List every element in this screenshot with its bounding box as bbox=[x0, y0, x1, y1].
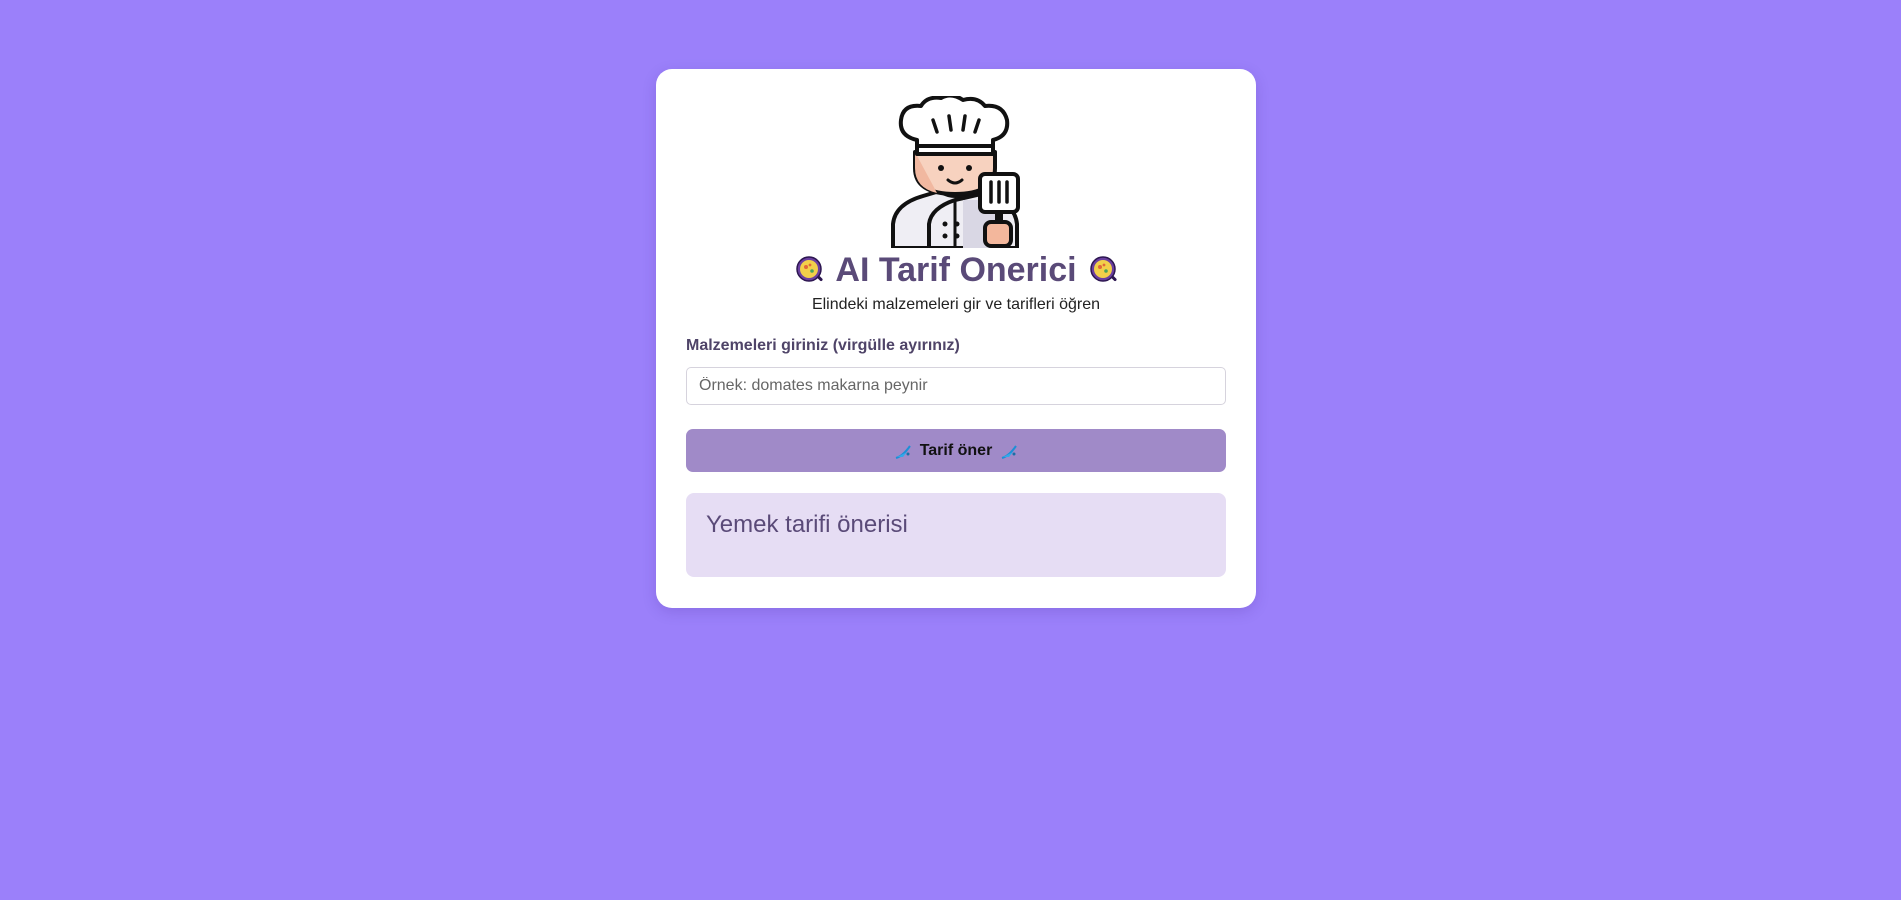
paella-icon bbox=[796, 256, 823, 282]
fishing-pole-icon bbox=[895, 444, 911, 459]
page-subtitle: Elindeki malzemeleri gir ve tarifleri öğ… bbox=[811, 296, 1101, 313]
recipe-result-box: Yemek tarifi önerisi bbox=[686, 493, 1226, 577]
paella-icon bbox=[1089, 256, 1117, 282]
suggest-recipe-label: Tarif öner bbox=[919, 441, 993, 459]
recipe-card: AI Tarif Onerici Elindeki malzemeleri gi… bbox=[656, 69, 1256, 608]
page-title-text: AI Tarif Onerici bbox=[835, 251, 1077, 289]
chef-icon bbox=[891, 96, 1020, 248]
ingredients-label: Malzemeleri giriniz (virgülle ayırınız) bbox=[686, 337, 960, 354]
page-title: AI Tarif Onerici bbox=[656, 245, 1256, 295]
ingredients-input[interactable] bbox=[686, 367, 1226, 405]
suggest-recipe-button[interactable]: Tarif öner bbox=[686, 429, 1226, 472]
fishing-pole-icon bbox=[1001, 444, 1018, 459]
recipe-result-heading: Yemek tarifi önerisi bbox=[706, 511, 908, 538]
